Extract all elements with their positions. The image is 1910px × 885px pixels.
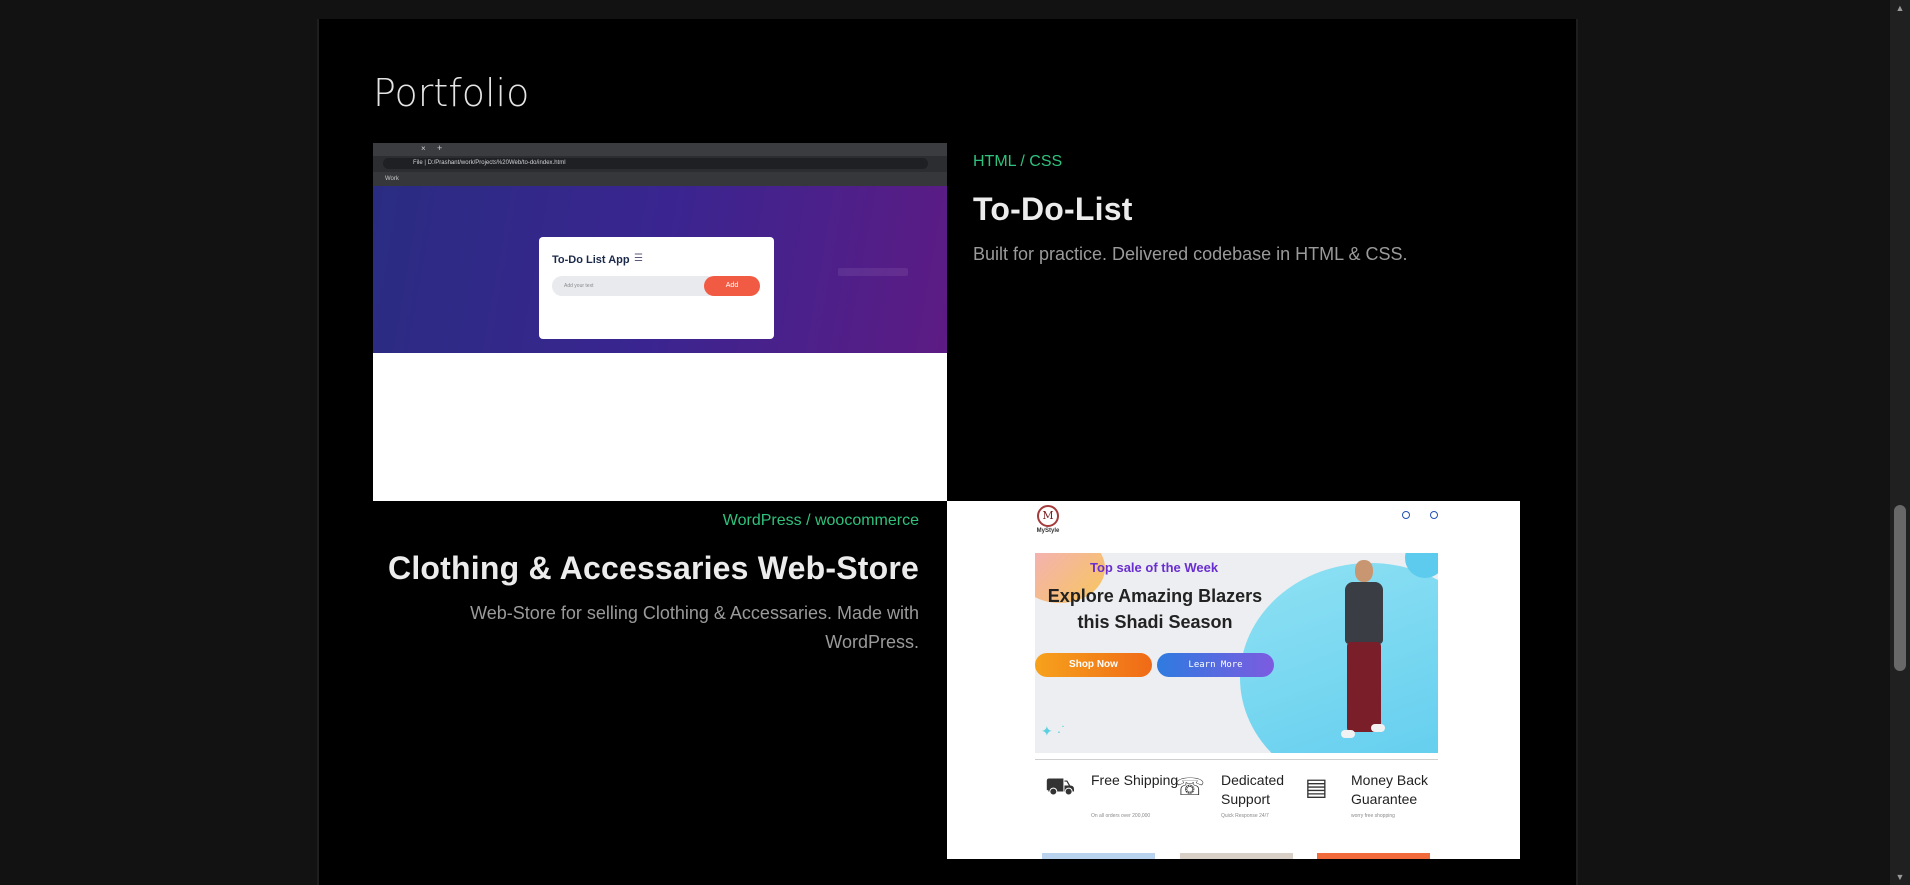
logo-mark: M [1037,505,1059,527]
feature-subtitle: Quick Response 24/7 [1221,813,1269,819]
project-thumbnail-webstore[interactable]: M MyStyle Top sale of the Week Explore A… [947,501,1520,859]
tab-close-icon: × [421,144,426,153]
bookmark-bar: Work [373,172,947,186]
project-description: Web-Store for selling Clothing & Accessa… [470,603,919,652]
url-prefix: File [413,160,423,166]
learn-more-button: Learn More [1157,653,1274,677]
banner-heading: Explore Amazing Blazers this Shadi Seaso… [1047,586,1263,632]
account-icon [1402,511,1410,519]
store-logo: M MyStyle [1035,505,1061,534]
url-text: D:/Prashant/work/Projects%20Web/to-do/in… [427,160,566,166]
menu-icon: ☰ [634,253,643,264]
cart-icon [1430,511,1438,519]
scroll-up-arrow-icon[interactable]: ▲ [1890,0,1910,16]
project-tag: WordPress / woocommerce [722,512,919,529]
page-scrollbar[interactable]: ▲ ▼ [1890,0,1910,885]
project-thumbnail-todo[interactable]: × + File | D:/Prashant/work/Projects%20W… [373,143,947,501]
feature-title: Free Shipping [1091,772,1179,788]
todo-app-title: To-Do List App [552,254,630,266]
product-card [1042,853,1155,859]
project-info-webstore: WordPress / woocommerce Clothing & Acces… [373,512,919,657]
bookmark-item: Work [385,176,399,182]
new-tab-icon: + [437,143,443,153]
product-card [1180,853,1293,859]
todo-add-button: Add [704,276,760,296]
project-description: Built for practice. Delivered codebase i… [973,244,1408,264]
project-info-todo: HTML / CSS To-Do-List Built for practice… [973,153,1533,269]
section-title: Portfolio [373,71,530,115]
ghost-bar [838,268,908,276]
browser-tab-bar: × + [373,143,947,156]
feature-subtitle: worry free shopping [1351,813,1395,819]
banner-kicker: Top sale of the Week [1090,560,1219,575]
project-title[interactable]: To-Do-List [973,191,1533,228]
project-title[interactable]: Clothing & Accessaries Web-Store [373,550,919,587]
logo-text: MyStyle [1036,528,1060,534]
feature-subtitle: On all orders over 200,000 [1091,813,1151,819]
headset-icon: ☏ [1175,774,1206,801]
todo-card: To-Do List App ☰ Add your text Add [539,237,774,339]
money-icon: ▤ [1305,774,1328,801]
product-card [1317,853,1430,859]
todo-app-hero: To-Do List App ☰ Add your text Add [373,186,947,353]
todo-input: Add your text [552,276,717,296]
scrollbar-thumb[interactable] [1894,505,1906,671]
divider [1035,759,1438,760]
feature-title: Money Back Guarantee [1351,772,1429,807]
shop-now-button: Shop Now [1035,653,1152,677]
store-banner: Top sale of the Week Explore Amazing Bla… [1035,553,1438,753]
model-figure [1335,558,1395,748]
portfolio-page: Portfolio × + File | D:/Prashant/work/Pr… [317,19,1578,885]
scroll-down-arrow-icon[interactable]: ▼ [1890,869,1910,885]
browser-url: File | D:/Prashant/work/Projects%20Web/t… [383,158,928,169]
truck-icon: ⛟ [1045,773,1076,800]
sparkle-icon: ✦ ·˙ [1041,723,1066,739]
project-tag: HTML / CSS [973,153,1063,170]
feature-title: Dedicated Support [1221,772,1285,807]
